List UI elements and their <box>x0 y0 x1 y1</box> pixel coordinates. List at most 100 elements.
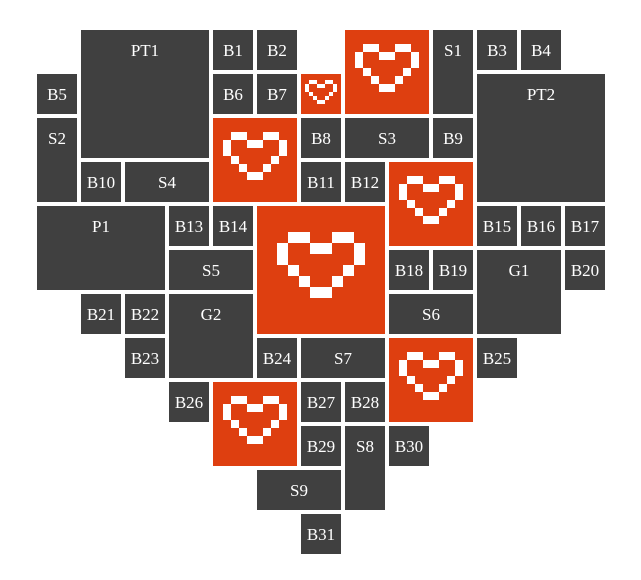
heart-pixel <box>239 428 247 436</box>
tile-b30[interactable]: B30 <box>389 426 429 466</box>
tile-s4[interactable]: S4 <box>125 162 209 202</box>
tile-s3[interactable]: S3 <box>345 118 429 158</box>
tile-s5[interactable]: S5 <box>169 250 253 290</box>
heart-pixel <box>279 412 287 420</box>
tile-b12[interactable]: B12 <box>345 162 385 202</box>
tile-b13[interactable]: B13 <box>169 206 209 246</box>
heart-pixel-icon <box>223 132 287 180</box>
tile-s8[interactable]: S8 <box>345 426 385 510</box>
tile-p1[interactable]: P1 <box>37 206 165 290</box>
heart-pixel <box>231 132 239 140</box>
heart-pixel <box>363 68 371 76</box>
tile-b10[interactable]: B10 <box>81 162 121 202</box>
heart-pixel <box>332 231 343 243</box>
heart-pixel <box>415 352 423 360</box>
heart-pixel <box>415 208 423 216</box>
heart-tile-center[interactable] <box>257 206 385 334</box>
heart-tile-large[interactable] <box>213 118 297 202</box>
heart-tile-large[interactable] <box>213 382 297 466</box>
heart-pixel <box>309 80 313 84</box>
tile-b1[interactable]: B1 <box>213 30 253 70</box>
heart-pixel <box>363 44 371 52</box>
heart-pixel <box>439 384 447 392</box>
heart-pixel <box>271 420 279 428</box>
tile-b15[interactable]: B15 <box>477 206 517 246</box>
tile-s2[interactable]: S2 <box>37 118 77 202</box>
heart-pixel <box>379 52 387 60</box>
heart-pixel <box>423 392 431 400</box>
heart-pixel <box>325 96 329 100</box>
heart-pixel <box>431 216 439 224</box>
heart-pixel <box>263 396 271 404</box>
tile-s9[interactable]: S9 <box>257 470 341 510</box>
tile-b23[interactable]: B23 <box>125 338 165 378</box>
tile-s6[interactable]: S6 <box>389 294 473 334</box>
tile-b28[interactable]: B28 <box>345 382 385 422</box>
heart-pixel <box>407 176 415 184</box>
tile-b2[interactable]: B2 <box>257 30 297 70</box>
heart-tile-large[interactable] <box>389 162 473 246</box>
heart-pixel <box>407 376 415 384</box>
tile-b19[interactable]: B19 <box>433 250 473 290</box>
heart-pixel <box>399 368 407 376</box>
heart-tile-large[interactable] <box>389 338 473 422</box>
tile-b18[interactable]: B18 <box>389 250 429 290</box>
tile-b3[interactable]: B3 <box>477 30 517 70</box>
tile-b7[interactable]: B7 <box>257 74 297 114</box>
heart-pixel <box>277 242 288 254</box>
tile-b16[interactable]: B16 <box>521 206 561 246</box>
heart-pixel <box>407 200 415 208</box>
heart-pixel <box>387 84 395 92</box>
heart-pixel <box>247 172 255 180</box>
heart-pixel <box>455 360 463 368</box>
tile-b24[interactable]: B24 <box>257 338 297 378</box>
heart-pixel <box>239 132 247 140</box>
heart-pixel <box>317 100 321 104</box>
heart-pixel <box>321 84 325 88</box>
heart-pixel <box>455 192 463 200</box>
tile-b11[interactable]: B11 <box>301 162 341 202</box>
heart-tile-small[interactable] <box>301 74 341 114</box>
tile-b14[interactable]: B14 <box>213 206 253 246</box>
heart-tile-large[interactable] <box>345 30 429 114</box>
heart-pixel <box>223 404 231 412</box>
heart-pixel <box>332 275 343 287</box>
heart-pixel <box>411 52 419 60</box>
heart-pixel-icon <box>223 396 287 444</box>
heart-pixel <box>399 184 407 192</box>
heart-pixel <box>355 52 363 60</box>
tile-b8[interactable]: B8 <box>301 118 341 158</box>
tile-b21[interactable]: B21 <box>81 294 121 334</box>
tile-b27[interactable]: B27 <box>301 382 341 422</box>
tile-b9[interactable]: B9 <box>433 118 473 158</box>
tile-pt1[interactable]: PT1 <box>81 30 209 158</box>
heart-pixel <box>255 172 263 180</box>
heart-pixel <box>329 92 333 96</box>
tile-b4[interactable]: B4 <box>521 30 561 70</box>
tile-pt2[interactable]: PT2 <box>477 74 605 202</box>
heart-pixel-icon <box>305 80 337 104</box>
heart-pixel <box>371 76 379 84</box>
tile-b5[interactable]: B5 <box>37 74 77 114</box>
heart-pixel <box>263 132 271 140</box>
heart-pixel <box>333 88 337 92</box>
tile-b29[interactable]: B29 <box>301 426 341 466</box>
tile-b17[interactable]: B17 <box>565 206 605 246</box>
tile-b22[interactable]: B22 <box>125 294 165 334</box>
heart-pixel <box>399 360 407 368</box>
tile-s1[interactable]: S1 <box>433 30 473 114</box>
heart-pixel <box>325 80 329 84</box>
heart-pixel <box>343 231 354 243</box>
tile-g1[interactable]: G1 <box>477 250 561 334</box>
heart-pixel-icon <box>399 352 463 400</box>
tile-b31[interactable]: B31 <box>301 514 341 554</box>
tile-b6[interactable]: B6 <box>213 74 253 114</box>
tile-s7[interactable]: S7 <box>301 338 385 378</box>
tile-b20[interactable]: B20 <box>565 250 605 290</box>
heart-pixel <box>354 242 365 254</box>
tile-b26[interactable]: B26 <box>169 382 209 422</box>
heart-pixel <box>411 60 419 68</box>
tile-g2[interactable]: G2 <box>169 294 253 378</box>
tile-b25[interactable]: B25 <box>477 338 517 378</box>
heart-pixel <box>271 156 279 164</box>
